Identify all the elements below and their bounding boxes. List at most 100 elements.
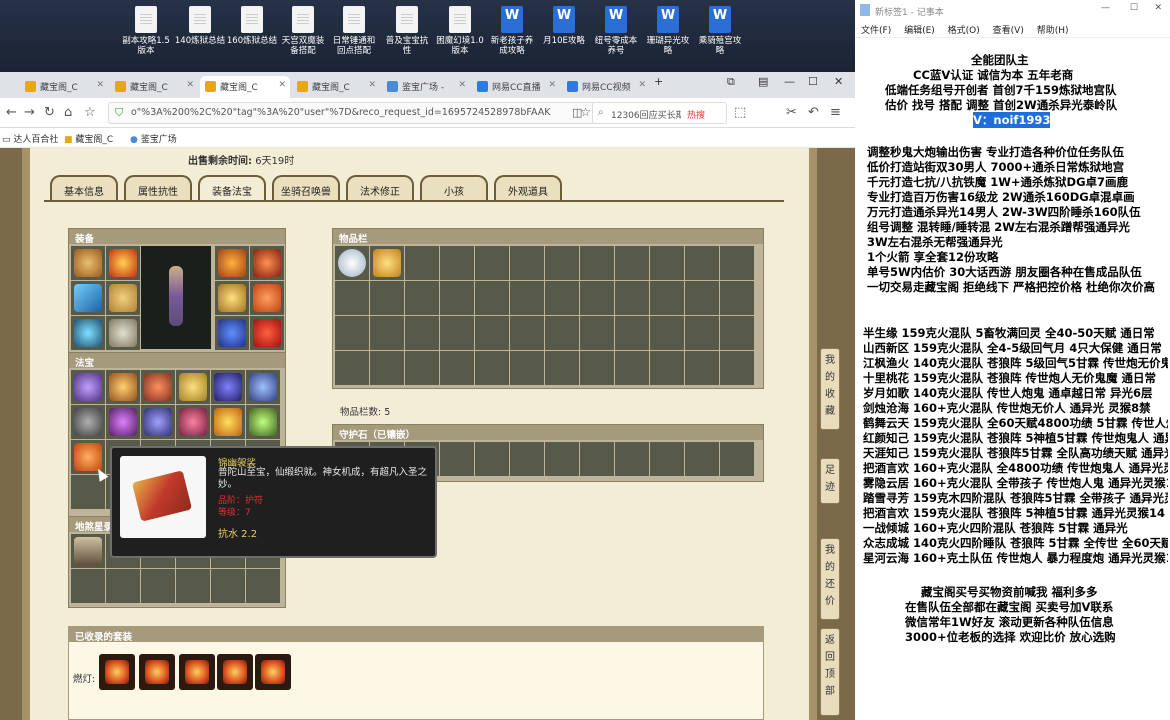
inventory-slot[interactable] xyxy=(335,246,369,280)
inventory-slot[interactable] xyxy=(440,246,474,280)
menu-file[interactable]: 文件(F) xyxy=(861,26,891,36)
inventory-slot[interactable] xyxy=(545,246,579,280)
close-icon[interactable]: ✕ xyxy=(278,80,286,90)
extension-icon[interactable]: ◫ xyxy=(572,106,582,119)
tab-spells[interactable]: 法术修正 xyxy=(346,175,414,201)
equip-slot-necklace[interactable] xyxy=(106,246,140,280)
tab-mounts-pets[interactable]: 坐骑召唤兽 xyxy=(272,175,340,201)
inventory-slot[interactable] xyxy=(615,246,649,280)
tab-attributes[interactable]: 属性抗性 xyxy=(124,175,192,201)
close-icon[interactable]: ✕ xyxy=(368,80,376,90)
inventory-slot[interactable] xyxy=(580,246,614,280)
inventory-slot[interactable] xyxy=(335,316,369,350)
equip-slot-orb[interactable] xyxy=(250,316,284,350)
tab-basic-info[interactable]: 基本信息 xyxy=(50,175,118,201)
inventory-slot[interactable] xyxy=(510,246,544,280)
inventory-slot[interactable] xyxy=(615,351,649,385)
inventory-slot[interactable] xyxy=(650,246,684,280)
fabao-slot[interactable] xyxy=(211,405,245,439)
dipan-slot[interactable] xyxy=(211,569,245,603)
inventory-slot[interactable] xyxy=(685,246,719,280)
equip-slot-ornament[interactable] xyxy=(250,246,284,280)
desktop-file-10[interactable]: 珊瑚异光攻 略 xyxy=(642,6,694,56)
desktop-file-11[interactable]: 乘骑殖宫攻 略 xyxy=(694,6,746,56)
menu-help[interactable]: 帮助(H) xyxy=(1037,26,1069,36)
inventory-slot[interactable] xyxy=(510,351,544,385)
inventory-slot[interactable] xyxy=(720,281,754,315)
desktop-file-7[interactable]: 新老孩子养 成攻略 xyxy=(486,6,538,56)
equip-slot-belt[interactable] xyxy=(71,316,105,350)
close-window-button[interactable]: ✕ xyxy=(1154,3,1162,13)
fabao-slot[interactable] xyxy=(176,370,210,404)
desktop-file-4[interactable]: 日常锤通和 回点搭配 xyxy=(328,6,380,56)
new-tab-button[interactable]: + xyxy=(654,75,663,88)
guard-slot[interactable] xyxy=(475,442,509,476)
set-piece[interactable] xyxy=(255,654,291,690)
inventory-slot[interactable] xyxy=(720,246,754,280)
inventory-slot[interactable] xyxy=(720,351,754,385)
undo-icon[interactable]: ↶ xyxy=(808,105,819,120)
inventory-slot[interactable] xyxy=(335,351,369,385)
url-input[interactable]: ⛉ o"%3A%200%2C%20"tag"%3A%20"user"%7D&re… xyxy=(108,102,598,124)
menu-format[interactable]: 格式(O) xyxy=(948,26,980,36)
my-bargain-button[interactable]: 我的还价 xyxy=(820,538,840,620)
inventory-slot[interactable] xyxy=(685,281,719,315)
fabao-slot[interactable] xyxy=(246,405,280,439)
inventory-slot[interactable] xyxy=(580,351,614,385)
guard-slot[interactable] xyxy=(685,442,719,476)
notepad-text-area[interactable]: 全能团队主 CC蓝V认证 诚信为本 五年老商 低端任务组号开创者 首创7千159… xyxy=(855,38,1170,720)
fabao-slot[interactable] xyxy=(211,370,245,404)
equip-slot-bracelet[interactable] xyxy=(215,316,249,350)
inventory-slot[interactable] xyxy=(405,281,439,315)
inventory-slot[interactable] xyxy=(335,281,369,315)
inventory-slot[interactable] xyxy=(615,281,649,315)
dipan-slot[interactable] xyxy=(246,569,280,603)
equip-slot-ornament[interactable] xyxy=(250,281,284,315)
forward-icon[interactable]: → xyxy=(24,105,35,120)
equip-slot-weapon[interactable] xyxy=(71,281,105,315)
desktop-file-8[interactable]: 月10E攻略 xyxy=(538,6,590,46)
guard-slot[interactable] xyxy=(440,442,474,476)
bookmark-item[interactable]: ▭ 达人百合社 xyxy=(2,132,58,145)
guard-slot[interactable] xyxy=(650,442,684,476)
browser-tab[interactable]: 网易CC直播 ✕ xyxy=(472,76,560,98)
desktop-file-9[interactable]: 纽号零成本 养号 xyxy=(590,6,642,56)
fabao-slot[interactable] xyxy=(71,370,105,404)
menu-icon[interactable]: ≡ xyxy=(830,105,841,120)
close-icon[interactable]: ✕ xyxy=(96,80,104,90)
inventory-slot[interactable] xyxy=(685,351,719,385)
browser-tab[interactable]: 鉴宝广场 - ✕ xyxy=(382,76,470,98)
set-piece[interactable] xyxy=(217,654,253,690)
bookmark-item[interactable]: ■ 藏宝阁_C xyxy=(64,132,113,145)
inventory-slot[interactable] xyxy=(370,246,404,280)
inventory-slot[interactable] xyxy=(545,351,579,385)
maximize-button[interactable]: ☐ xyxy=(808,75,818,88)
fabao-slot[interactable] xyxy=(141,405,175,439)
guard-slot[interactable] xyxy=(545,442,579,476)
equip-slot-ring[interactable] xyxy=(215,281,249,315)
tab-list-icon[interactable]: ⧉ xyxy=(727,75,735,89)
browser-tab[interactable]: 网易CC视频 ✕ xyxy=(562,76,650,98)
download-icon[interactable]: ⬚ xyxy=(734,105,746,120)
inventory-slot[interactable] xyxy=(545,316,579,350)
equip-slot-armor[interactable] xyxy=(106,281,140,315)
dipan-slot[interactable] xyxy=(71,534,105,568)
guard-slot[interactable] xyxy=(510,442,544,476)
tab-appearance[interactable]: 外观道具 xyxy=(494,175,562,201)
fabao-slot[interactable] xyxy=(71,405,105,439)
inventory-slot[interactable] xyxy=(615,316,649,350)
inventory-slot[interactable] xyxy=(650,316,684,350)
inventory-slot[interactable] xyxy=(370,351,404,385)
dipan-slot[interactable] xyxy=(141,569,175,603)
equip-slot-hat[interactable] xyxy=(71,246,105,280)
search-box[interactable]: ⌕ 12306回应买长期 热搜 xyxy=(592,102,727,124)
fabao-slot[interactable] xyxy=(106,405,140,439)
sidebar-toggle-icon[interactable]: ▤ xyxy=(758,75,768,88)
inventory-slot[interactable] xyxy=(580,316,614,350)
inventory-slot[interactable] xyxy=(405,246,439,280)
desktop-file-5[interactable]: 普及宝宝抗 性 xyxy=(381,6,433,56)
inventory-slot[interactable] xyxy=(475,316,509,350)
browser-tab-active[interactable]: 藏宝阁_C ✕ xyxy=(200,76,290,98)
inventory-slot[interactable] xyxy=(510,281,544,315)
minimize-button[interactable]: — xyxy=(784,75,795,88)
